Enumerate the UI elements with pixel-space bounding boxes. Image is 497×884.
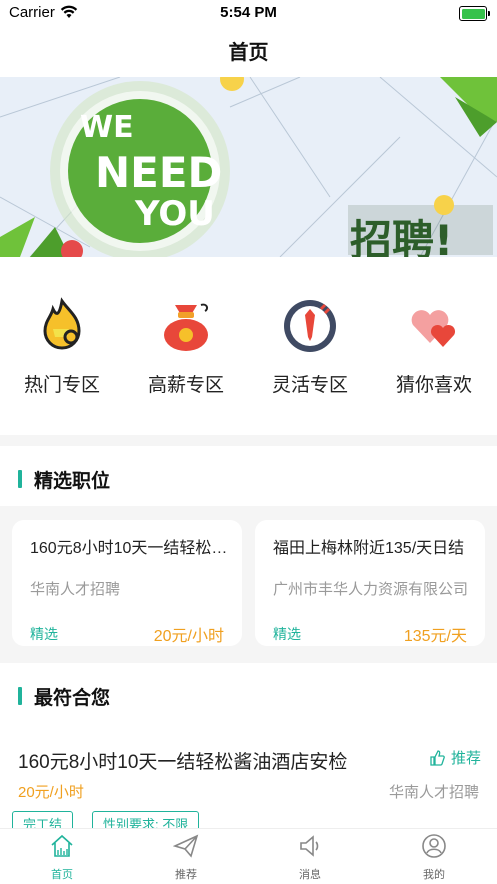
speaker-icon bbox=[300, 835, 319, 857]
tie-icon bbox=[284, 300, 336, 352]
page-title: 首页 bbox=[228, 42, 269, 64]
job-tag: 精选 bbox=[273, 626, 301, 642]
match-company: 华南人才招聘 bbox=[388, 784, 479, 801]
job-card[interactable]: 福田上梅林附近135/天日结 广州市丰华人力资源有限公司 精选 135元/天 bbox=[255, 520, 485, 646]
match-section-header: 最符合您 bbox=[0, 663, 497, 723]
money-bag-icon bbox=[164, 303, 209, 351]
tag-chip: 完工结 bbox=[12, 811, 74, 828]
banner-text-you: YOU bbox=[134, 194, 215, 234]
featured-section-header: 精选职位 bbox=[0, 446, 497, 506]
profile-icon bbox=[422, 834, 446, 858]
tab-label: 首页 bbox=[51, 869, 73, 881]
category-label: 热门专区 bbox=[23, 375, 100, 396]
battery-icon bbox=[459, 6, 490, 21]
featured-title: 精选职位 bbox=[34, 471, 111, 492]
banner-text-hiring: 招聘! bbox=[350, 216, 453, 257]
banner-text-need: NEED bbox=[95, 148, 222, 197]
tab-bar: 首页 推荐 消息 我的 bbox=[0, 828, 497, 884]
job-company: 华南人才招聘 bbox=[30, 581, 121, 598]
recommend-badge[interactable]: 推荐 bbox=[429, 747, 481, 768]
clock: 5:54 PM bbox=[220, 4, 277, 21]
category-high-salary[interactable]: 高薪专区 bbox=[131, 297, 241, 397]
category-label: 猜你喜欢 bbox=[395, 375, 472, 396]
section-accent-bar bbox=[18, 687, 22, 705]
tab-label: 我的 bbox=[423, 869, 445, 881]
category-grid: 热门专区 高薪专区 灵活专区 猜你喜欢 bbox=[0, 257, 497, 435]
flame-icon bbox=[43, 297, 81, 350]
tab-label: 消息 bbox=[299, 869, 321, 881]
match-job-title: 160元8小时10天一结轻松酱油酒店安检 bbox=[18, 752, 348, 773]
category-label: 灵活专区 bbox=[271, 375, 348, 396]
status-bar: Carrier 5:54 PM bbox=[0, 0, 497, 28]
tab-label: 推荐 bbox=[175, 869, 197, 881]
paper-plane-icon bbox=[172, 834, 199, 858]
category-hot[interactable]: 热门专区 bbox=[7, 297, 117, 397]
section-accent-bar bbox=[18, 470, 22, 488]
category-flexible[interactable]: 灵活专区 bbox=[255, 297, 365, 397]
job-salary: 135元/天 bbox=[403, 628, 467, 645]
recommend-label: 推荐 bbox=[450, 750, 481, 767]
job-salary: 20元/小时 bbox=[153, 628, 224, 645]
match-salary: 20元/小时 bbox=[18, 784, 84, 801]
match-list-item[interactable]: 160元8小时10天一结轻松酱油酒店安检 推荐 20元/小时 华南人才招聘 完工… bbox=[0, 723, 497, 828]
thumbs-up-icon bbox=[430, 749, 445, 766]
banner-text-we: WE bbox=[80, 110, 134, 145]
match-title: 最符合您 bbox=[34, 688, 111, 709]
category-label: 高薪专区 bbox=[147, 375, 224, 396]
featured-jobs: 160元8小时10天一结轻松酱油酒店安检 华南人才招聘 精选 20元/小时 福田… bbox=[0, 506, 497, 663]
job-card[interactable]: 160元8小时10天一结轻松酱油酒店安检 华南人才招聘 精选 20元/小时 bbox=[12, 520, 242, 646]
hearts-icon bbox=[411, 310, 456, 347]
banner-image: WE NEED YOU 招聘! bbox=[0, 77, 497, 257]
banner-carousel[interactable]: WE NEED YOU 招聘! bbox=[0, 77, 497, 257]
section-divider bbox=[0, 435, 497, 446]
home-icon bbox=[51, 834, 73, 857]
tab-home[interactable]: 首页 bbox=[0, 833, 124, 882]
job-company: 广州市丰华人力资源有限公司 bbox=[273, 581, 469, 598]
tab-messages[interactable]: 消息 bbox=[248, 833, 372, 882]
tab-profile[interactable]: 我的 bbox=[372, 833, 496, 882]
job-title: 福田上梅林附近135/天日结 bbox=[273, 540, 465, 557]
tab-recommend[interactable]: 推荐 bbox=[124, 833, 248, 882]
tag-chip: 性别要求: 不限 bbox=[92, 811, 200, 828]
job-tag: 精选 bbox=[30, 626, 58, 642]
category-guess-you-like[interactable]: 猜你喜欢 bbox=[379, 297, 489, 397]
job-title: 160元8小时10天一结轻松酱油酒店安检 bbox=[30, 540, 230, 557]
